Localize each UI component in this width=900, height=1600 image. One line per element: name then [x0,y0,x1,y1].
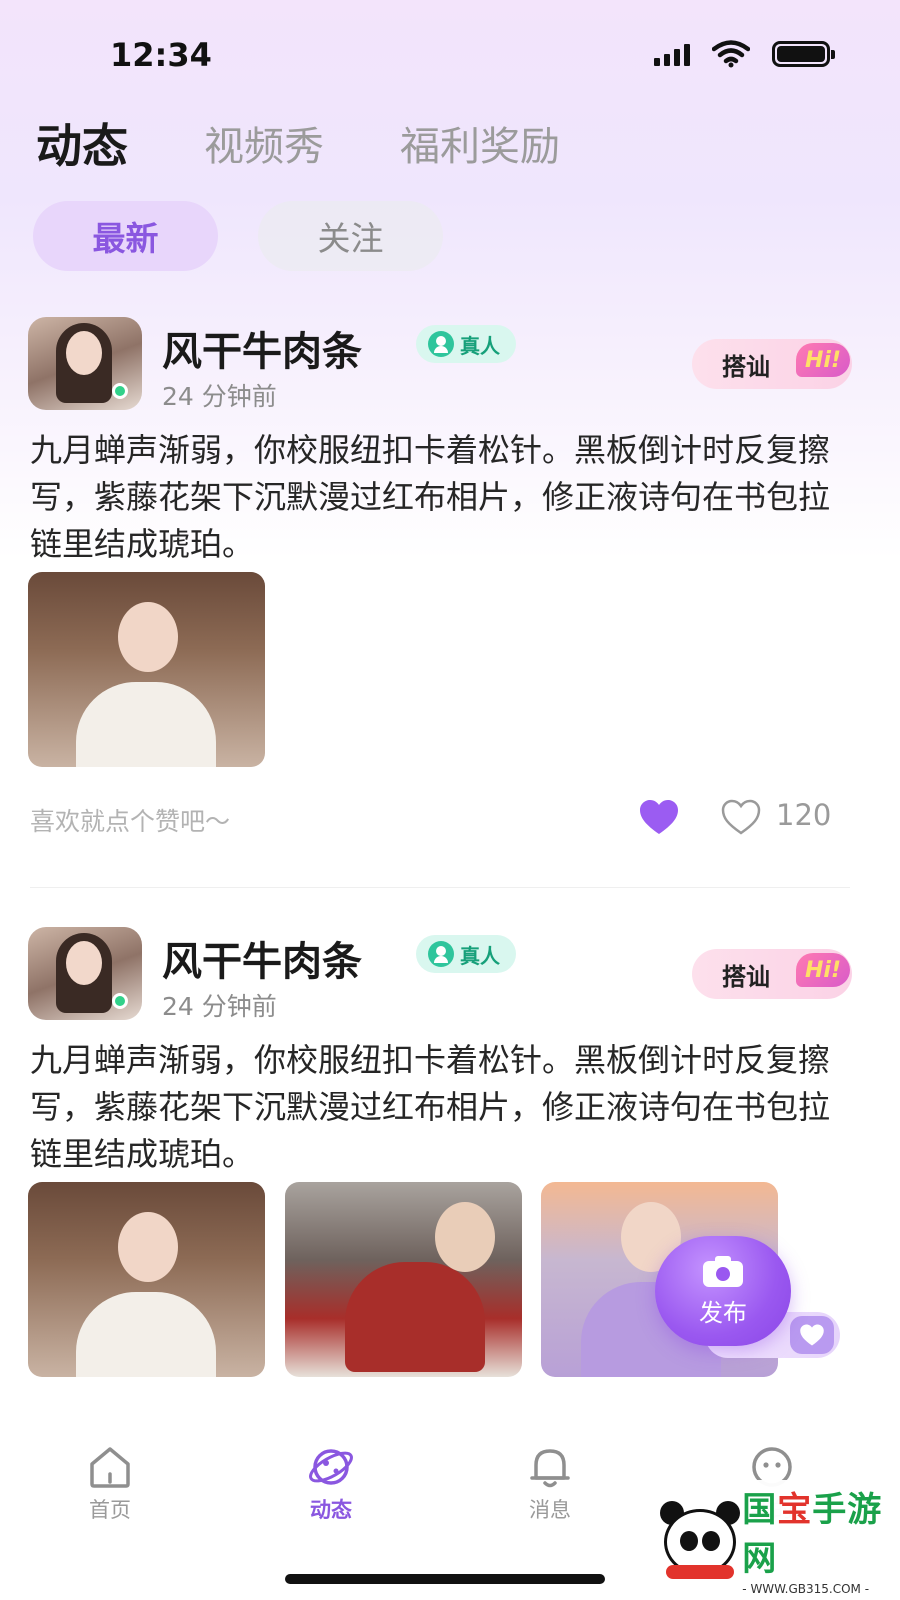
cellular-signal-icon [654,42,690,66]
post-content: 九月蝉声渐弱，你校服纽扣卡着松针。黑板倒计时反复擦写，紫藤花架下沉默漫过红布相片… [30,1041,831,1173]
publish-button-label: 发布 [699,1298,747,1327]
post-photo[interactable] [28,572,265,767]
status-bar: 12:34 [0,30,900,80]
publish-button[interactable]: 发布 [655,1236,791,1346]
post-photo[interactable] [285,1182,522,1377]
post-actions: 喜欢就点个赞吧～ 120 [0,794,900,844]
greet-button[interactable]: 搭讪 Hi! [692,949,852,999]
verified-badge-label: 真人 [460,943,500,968]
battery-icon [772,41,835,67]
watermark-url: - WWW.GB315.COM - [742,1582,870,1596]
post-time: 24 分钟前 [162,382,277,411]
post-divider [30,887,850,888]
post-content: 九月蝉声渐弱，你校服纽扣卡着松针。黑板倒计时反复擦写，紫藤花架下沉默漫过红布相片… [30,431,831,563]
status-icons [654,40,835,68]
greet-button-label: 搭讪 [722,352,770,381]
verified-badge: 真人 [416,325,516,363]
avatar[interactable] [28,927,142,1020]
like-hint: 喜欢就点个赞吧～ [30,807,231,836]
home-indicator [285,1574,605,1584]
verified-badge: 真人 [416,935,516,973]
person-icon [428,941,454,967]
online-dot-icon [112,383,128,399]
watermark-title: 国宝手游网 [742,1490,883,1579]
planet-icon [309,1449,353,1485]
heart-outline-icon[interactable] [720,798,762,836]
like-heart-icon[interactable] [638,798,680,836]
home-icon [90,1447,130,1488]
avatar[interactable] [28,317,142,410]
subtab-following[interactable]: 关注 [258,201,443,271]
username[interactable]: 风干牛肉条 [162,319,362,377]
post-time: 24 分钟前 [162,992,277,1021]
tab-rewards[interactable]: 福利奖励 [400,114,560,172]
panda-logo-icon [656,1495,740,1583]
hi-icon: Hi! [796,953,850,987]
tab-video-show[interactable]: 视频秀 [204,114,324,172]
like-count: 120 [776,798,832,832]
watermark-text: 国宝手游网 - WWW.GB315.COM - [742,1482,898,1596]
nav-label: 动态 [310,1498,352,1522]
subtab-latest[interactable]: 最新 [33,201,218,271]
nav-item-messages[interactable]: 消息 [490,1444,610,1524]
camera-icon [703,1255,743,1287]
site-watermark: 国宝手游网 - WWW.GB315.COM - [640,1480,898,1598]
nav-label: 首页 [89,1498,131,1522]
verified-badge-label: 真人 [460,333,500,358]
nav-item-home[interactable]: 首页 [50,1444,170,1524]
wifi-icon [712,40,750,68]
online-dot-icon [112,993,128,1009]
bell-icon [530,1449,570,1488]
greet-button[interactable]: 搭讪 Hi! [692,339,852,389]
greet-button-label: 搭讪 [722,962,770,991]
post-photo[interactable] [28,1182,265,1377]
nav-label: 消息 [529,1498,571,1522]
heart-chat-icon [790,1316,834,1354]
hi-icon: Hi! [796,343,850,377]
status-time: 12:34 [110,36,212,74]
sub-tabs: 最新 关注 [33,201,443,271]
tab-dynamic[interactable]: 动态 [36,110,128,182]
top-tabs: 动态 视频秀 福利奖励 [36,110,636,182]
username[interactable]: 风干牛肉条 [162,929,362,987]
person-icon [428,331,454,357]
nav-item-dynamic[interactable]: 动态 [271,1444,391,1524]
